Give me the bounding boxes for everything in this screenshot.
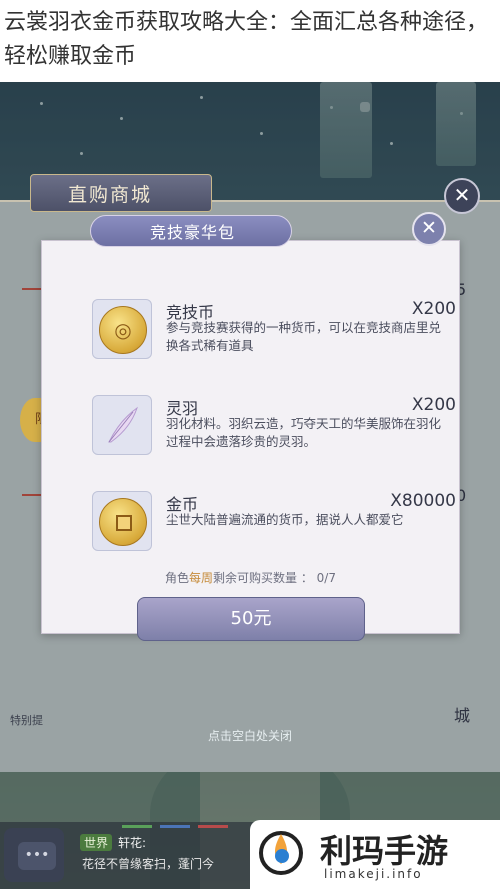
modal-close-icon[interactable]: ✕	[412, 212, 446, 246]
shop-side-label: 特别提	[10, 714, 43, 727]
chat-bar[interactable]: ••• 世界 轩花: 花径不曾缘客扫，蓬门今	[0, 822, 270, 889]
item-quantity: X200	[411, 299, 456, 319]
feather-icon	[92, 395, 152, 455]
shop-title: 直购商城	[68, 184, 153, 206]
bundle-item: 金币 X80000 尘世大陆普遍流通的货币，据说人人都爱它	[92, 491, 462, 571]
chat-sender: 轩花:	[118, 836, 147, 850]
purchase-limit-text: 角色每周剩余可购买数量 ： 0/7	[42, 569, 459, 586]
item-quantity: X200	[411, 395, 456, 415]
bundle-item: ◎ 竞技币 X200 参与竞技赛获得的一种货币，可以在竞技商店里兑换各式稀有道具	[92, 299, 462, 379]
chat-message: 花径不曾缘客扫，蓬门今	[82, 857, 215, 871]
item-description: 参与竞技赛获得的一种货币，可以在竞技商店里兑换各式稀有道具	[166, 320, 442, 353]
limit-count: 剩余可购买数量 ： 0/7	[213, 571, 336, 585]
limit-prefix: 角色	[165, 571, 190, 585]
watermark-text: 利玛手游	[320, 832, 449, 870]
close-hint[interactable]: 点击空白处关闭	[0, 727, 500, 744]
item-quantity: X80000	[390, 491, 456, 511]
game-scene: 直购商城 ✕ 5 0 限 特别提 城 ◎ 竞技币 X200 参与竞技赛获得的一种…	[0, 82, 500, 889]
chat-channel-tag: 世界	[80, 834, 113, 851]
arena-coin-icon: ◎	[92, 299, 152, 359]
chat-icon[interactable]: •••	[4, 828, 64, 882]
bundle-modal: ◎ 竞技币 X200 参与竞技赛获得的一种货币，可以在竞技商店里兑换各式稀有道具…	[41, 240, 462, 641]
shop-close-icon[interactable]: ✕	[444, 178, 480, 214]
shop-side-label: 城	[454, 706, 471, 725]
gold-coin-icon	[92, 491, 152, 551]
article-title: 云裳羽衣金币获取攻略大全：全面汇总各种途径，轻松赚取金币	[0, 0, 500, 82]
watermark-logo-icon	[259, 831, 303, 875]
item-description: 羽化材料。羽织云造，巧夺天工的华美服饰在羽化过程中会遗落珍贵的灵羽。	[166, 416, 442, 449]
watermark: 利玛手游 limakeji.info	[250, 820, 500, 889]
bundle-item: 灵羽 X200 羽化材料。羽织云造，巧夺天工的华美服饰在羽化过程中会遗落珍贵的灵…	[92, 395, 462, 475]
modal-title: 竞技豪华包	[150, 223, 236, 242]
watermark-url: limakeji.info	[324, 867, 423, 881]
limit-period: 每周	[189, 571, 214, 585]
buy-button[interactable]: 50元	[137, 597, 365, 641]
item-description: 尘世大陆普遍流通的货币，据说人人都爱它	[166, 512, 404, 527]
